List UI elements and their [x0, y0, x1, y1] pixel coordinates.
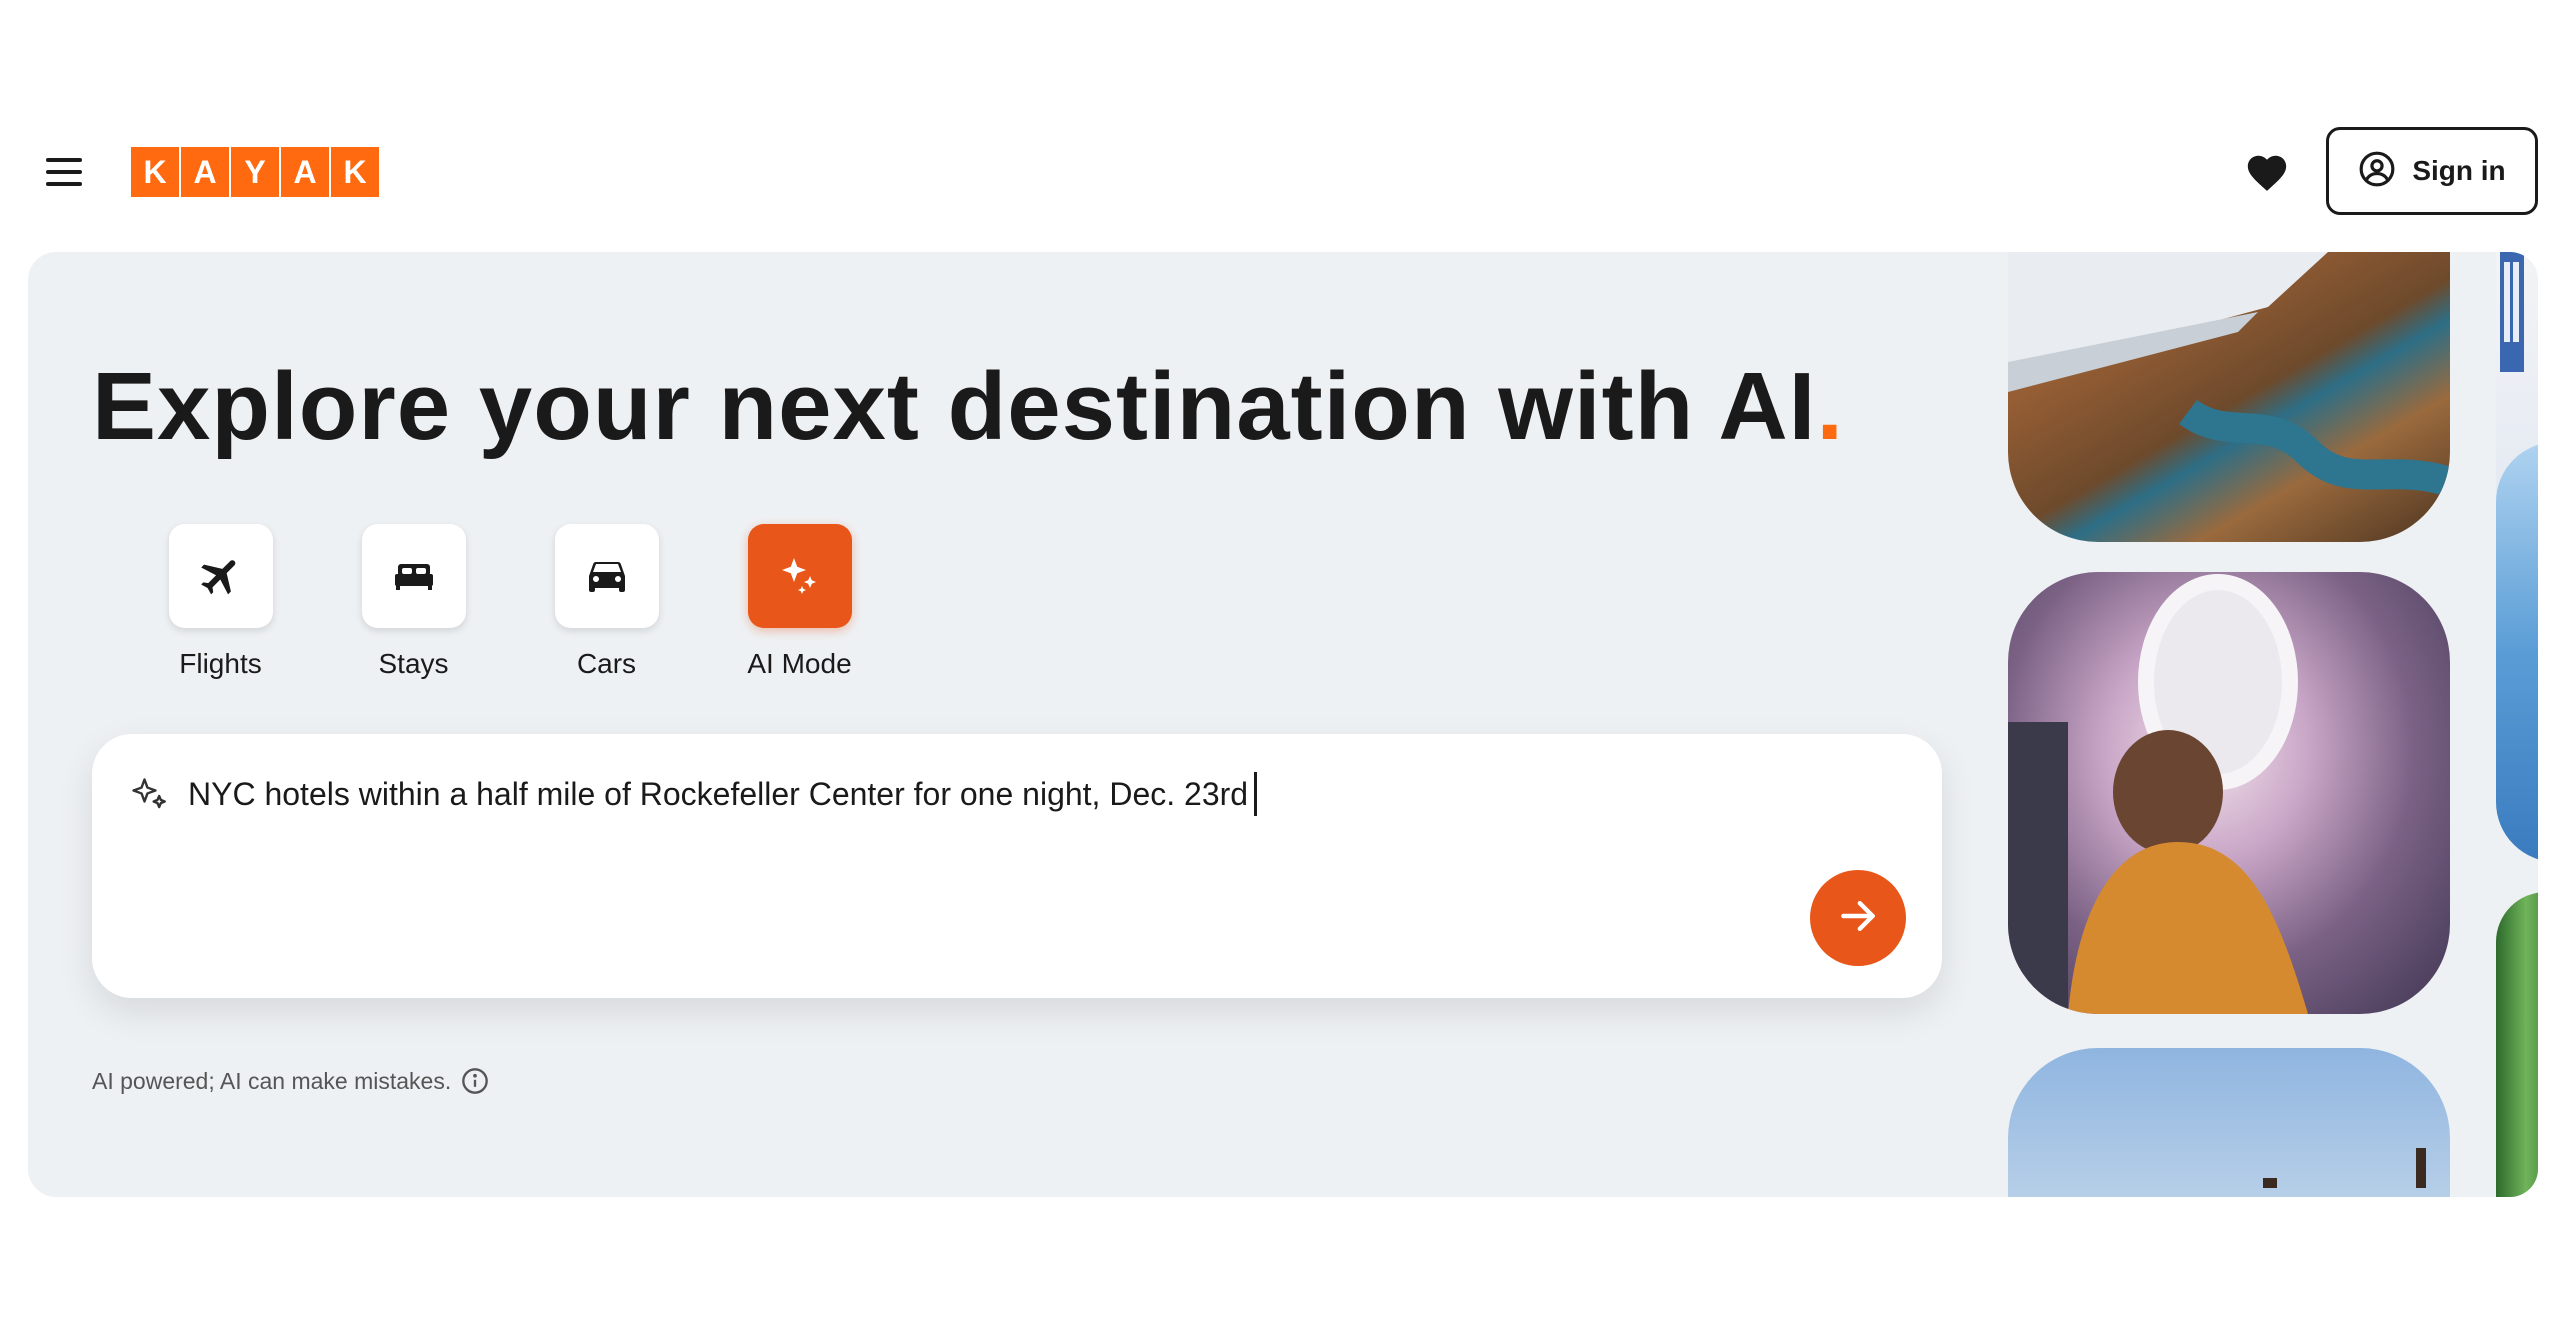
heart-icon[interactable]	[2244, 150, 2290, 196]
user-circle-icon	[2358, 150, 2396, 193]
tab-label: AI Mode	[747, 648, 852, 679]
title-dot: .	[1816, 353, 1844, 460]
tab-stays[interactable]: Stays	[317, 524, 510, 680]
destination-photo-sky	[2008, 1048, 2450, 1197]
ai-disclaimer: AI powered; AI can make mistakes.	[92, 1067, 489, 1095]
sparkle-icon	[128, 774, 172, 818]
hero-panel: Explore your next destination with AI. F…	[28, 252, 2538, 1197]
destination-photo-blue	[2496, 442, 2538, 862]
logo-letter: K	[331, 147, 379, 197]
tab-label: Cars	[576, 648, 637, 679]
destination-photo-cactus	[2496, 892, 2538, 1197]
destination-photo-girl-window	[2008, 572, 2450, 1014]
kayak-logo[interactable]: K A Y A K	[131, 147, 379, 197]
sign-in-button[interactable]: Sign in	[2326, 127, 2538, 215]
sign-in-label: Sign in	[2412, 155, 2506, 186]
header: K A Y A K Sign in	[0, 0, 2552, 250]
bed-icon[interactable]	[361, 524, 466, 628]
car-icon[interactable]	[554, 524, 659, 628]
search-mode-tabs: Flights Stays Cars AI Mode	[124, 524, 896, 680]
logo-letter: Y	[231, 147, 279, 197]
text-caret	[1254, 771, 1258, 816]
arrow-right-icon	[1836, 894, 1880, 943]
tab-label: Stays	[378, 648, 449, 679]
airplane-icon[interactable]	[168, 524, 273, 628]
page-title: Explore your next destination with AI.	[92, 352, 1844, 462]
ai-search-box[interactable]: NYC hotels within a half mile of Rockefe…	[92, 734, 1942, 998]
tab-ai-mode[interactable]: AI Mode	[703, 524, 896, 680]
tab-cars[interactable]: Cars	[510, 524, 703, 680]
logo-letter: K	[131, 147, 179, 197]
logo-letter: A	[181, 147, 229, 197]
sparkle-icon[interactable]	[747, 524, 852, 628]
logo-letter: A	[281, 147, 329, 197]
tab-flights[interactable]: Flights	[124, 524, 317, 680]
page-title-text: Explore your next destination with AI	[92, 353, 1817, 460]
info-icon[interactable]	[461, 1067, 489, 1095]
search-input[interactable]: NYC hotels within a half mile of Rockefe…	[188, 771, 1258, 816]
submit-button[interactable]	[1810, 870, 1906, 966]
tab-label: Flights	[179, 648, 262, 679]
disclaimer-text: AI powered; AI can make mistakes.	[92, 1067, 452, 1094]
hamburger-menu-icon[interactable]	[40, 152, 88, 192]
search-query-text: NYC hotels within a half mile of Rockefe…	[188, 776, 1249, 812]
destination-photo-aerial-river	[2008, 252, 2450, 542]
